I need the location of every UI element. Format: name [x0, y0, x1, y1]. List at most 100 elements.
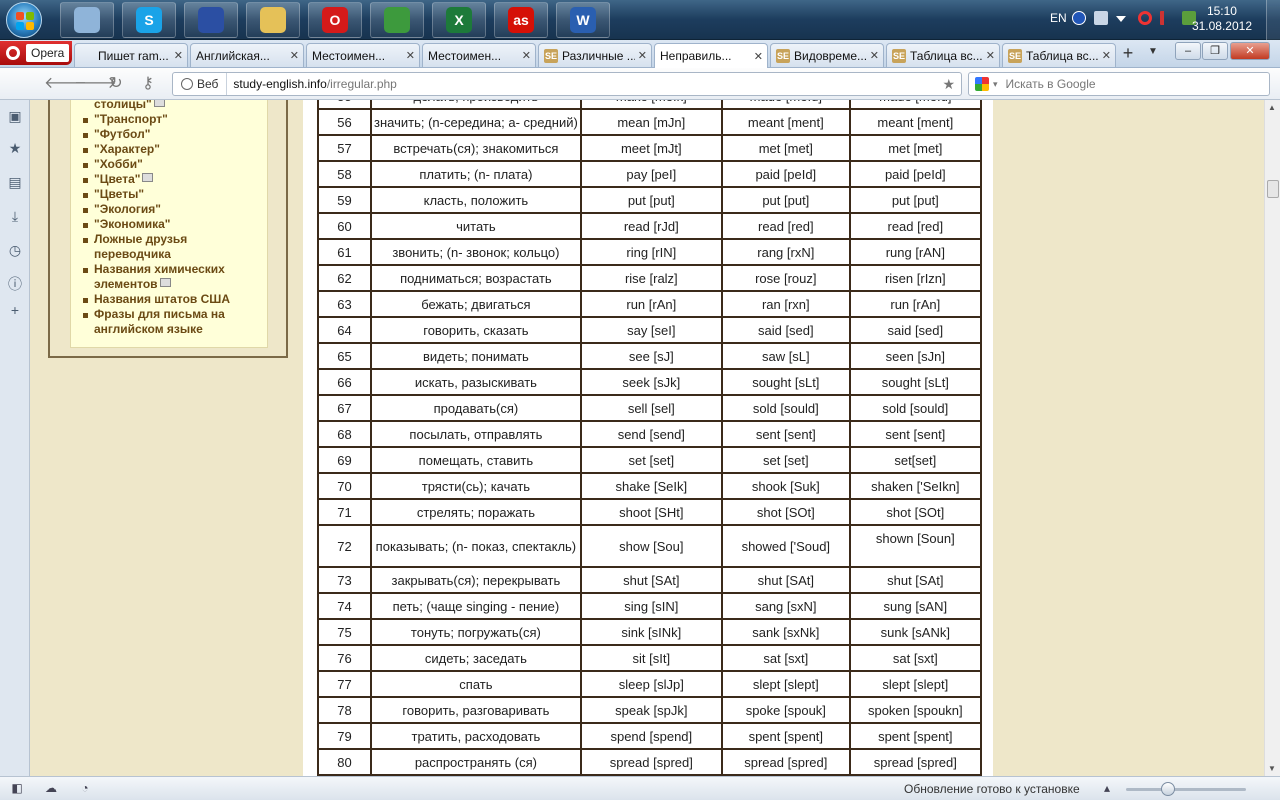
zoom-knob[interactable] — [1161, 782, 1175, 796]
category-link[interactable]: "Футбол" — [81, 127, 267, 142]
taskbar-save-button[interactable] — [184, 2, 238, 38]
scroll-up-icon[interactable]: ▲ — [1268, 103, 1276, 112]
taskbar-skype-button[interactable]: S — [122, 2, 176, 38]
browser-tab[interactable]: SE Таблица вс... ✕ — [1002, 43, 1116, 67]
search-field[interactable]: ▾ Искать в Google — [968, 72, 1270, 96]
search-engine-dropdown-icon[interactable]: ▾ — [993, 79, 998, 90]
zoom-slider[interactable]: ▴ — [1100, 781, 1268, 797]
close-window-button[interactable]: ✕ — [1230, 42, 1270, 60]
close-tab-icon[interactable]: ✕ — [406, 49, 415, 62]
category-link[interactable]: "Характер" — [81, 142, 267, 157]
browser-tab[interactable]: SE Различные ... ✕ — [538, 43, 652, 67]
browser-tab[interactable]: SE Видовреме... ✕ — [770, 43, 884, 67]
taskbar-chrome-button[interactable] — [370, 2, 424, 38]
start-button[interactable] — [6, 2, 42, 38]
opera-unite-icon[interactable]: ☁ — [44, 781, 58, 795]
help-icon[interactable] — [1072, 11, 1086, 25]
browser-tab[interactable]: Местоимен... ✕ — [306, 43, 420, 67]
verb-past-simple: shut [SAt] — [720, 566, 851, 594]
browser-tab[interactable]: Неправиль... ✕ — [654, 43, 768, 68]
opera-tray-icon[interactable] — [1138, 11, 1152, 25]
network-icon[interactable] — [1094, 11, 1108, 25]
close-tab-icon[interactable]: ✕ — [1102, 49, 1111, 62]
language-indicator[interactable]: EN — [1050, 11, 1067, 25]
category-link[interactable]: "Экономика" — [81, 217, 267, 232]
close-tab-icon[interactable]: ✕ — [754, 50, 763, 63]
browser-tab[interactable]: Пишет ram... ✕ — [74, 43, 188, 67]
web-badge[interactable]: Веб — [173, 73, 228, 95]
taskbar-explorer-button[interactable] — [246, 2, 300, 38]
clock[interactable]: 15:10 31.08.2012 — [1192, 4, 1252, 34]
back-button[interactable]: 🡐 — [44, 74, 87, 94]
panel-toggle-icon[interactable]: ◧ — [10, 781, 24, 795]
category-link[interactable]: "Цветы" — [81, 187, 267, 202]
table-row: 73 закрывать(ся); перекрывать shut [SAt] sh… — [317, 566, 982, 594]
taskbar-opera-button[interactable]: O — [308, 2, 362, 38]
category-label: "Футбол" — [94, 127, 151, 141]
bookmarks-panel-icon[interactable]: ▣ — [7, 108, 23, 124]
tab-menu-icon[interactable]: ▼ — [1148, 46, 1158, 57]
category-link[interactable]: "Цвета" — [81, 172, 267, 187]
close-tab-icon[interactable]: ✕ — [174, 49, 183, 62]
tray-expand-icon[interactable] — [1116, 16, 1126, 22]
verb-translation: встречать(ся); знакомиться — [370, 134, 582, 162]
show-desktop-button[interactable] — [1266, 0, 1280, 40]
tab-label: Видовреме... — [794, 48, 867, 63]
windows-taskbar: S O Xas W EN 15:10 31.08.2012 — [0, 0, 1280, 40]
zoom-menu-icon[interactable]: ▴ — [1100, 781, 1114, 795]
verb-infinitive: spend [spend] — [579, 722, 723, 750]
browser-tab[interactable]: SE Таблица вс... ✕ — [886, 43, 1000, 67]
browser-tab[interactable]: Местоимен... ✕ — [422, 43, 536, 67]
category-link[interactable]: Названия химических элементов — [81, 262, 267, 292]
taskbar-calculator-button[interactable] — [60, 2, 114, 38]
category-link[interactable]: столицы" — [81, 100, 267, 112]
new-tab-button[interactable]: + — [1118, 44, 1138, 64]
expand-arrow-icon[interactable] — [142, 173, 154, 183]
vertical-scrollbar[interactable]: ▲ ▼ — [1264, 100, 1280, 776]
bookmark-star-icon[interactable]: ★ — [942, 76, 955, 93]
minimize-button[interactable]: – — [1175, 42, 1201, 60]
category-link[interactable]: Названия штатов США — [81, 292, 267, 307]
favorites-panel-icon[interactable]: ★ — [7, 140, 23, 156]
scrollbar-thumb[interactable] — [1267, 180, 1279, 198]
close-tab-icon[interactable]: ✕ — [986, 49, 995, 62]
close-tab-icon[interactable]: ✕ — [290, 49, 299, 62]
verb-past-participle: sent [sent] — [848, 420, 982, 448]
turbo-icon[interactable]: ◔ — [78, 781, 92, 795]
category-link[interactable]: Ложные друзья переводчика — [81, 232, 267, 262]
category-link[interactable]: "Экология" — [81, 202, 267, 217]
key-icon[interactable]: ⚷ — [138, 74, 158, 94]
expand-arrow-icon[interactable] — [153, 100, 165, 108]
verb-number: 79 — [317, 722, 372, 750]
info-panel-icon[interactable]: ⓘ — [7, 276, 23, 292]
update-status-text[interactable]: Обновление готово к установке — [904, 782, 1080, 796]
category-link[interactable]: Фразы для письма на английском языке — [81, 307, 267, 337]
maximize-button[interactable]: ❐ — [1202, 42, 1228, 60]
scroll-down-icon[interactable]: ▼ — [1268, 764, 1276, 773]
verb-number: 70 — [317, 472, 372, 500]
verb-past-simple: meant [ment] — [720, 108, 851, 136]
zoom-track[interactable] — [1126, 788, 1246, 791]
notes-panel-icon[interactable]: ▤ — [7, 174, 23, 190]
category-link[interactable]: "Хобби" — [81, 157, 267, 172]
forward-button[interactable]: 🡒 — [74, 74, 117, 94]
category-link[interactable]: "Транспорт" — [81, 112, 267, 127]
opera-menu-button[interactable]: Opera — [0, 41, 72, 65]
reload-button[interactable]: ↻ — [106, 74, 126, 94]
close-tab-icon[interactable]: ✕ — [638, 49, 647, 62]
close-tab-icon[interactable]: ✕ — [870, 49, 879, 62]
verb-translation: говорить, разговаривать — [370, 696, 582, 724]
verb-past-participle: sold [sould] — [848, 394, 982, 422]
address-field[interactable]: Веб study-english.info/irregular.php ★ — [172, 72, 962, 96]
expand-arrow-icon[interactable] — [159, 278, 171, 288]
verb-translation: читать — [370, 212, 582, 240]
taskbar-excel-button[interactable]: X — [432, 2, 486, 38]
browser-tab[interactable]: Английская... ✕ — [190, 43, 304, 67]
history-panel-icon[interactable]: ◷ — [7, 242, 23, 258]
close-tab-icon[interactable]: ✕ — [522, 49, 531, 62]
add-panel-icon[interactable]: + — [7, 302, 23, 318]
downloads-panel-icon[interactable]: ⤓ — [7, 208, 23, 224]
taskbar-lastfm-button[interactable]: as — [494, 2, 548, 38]
taskbar-word-button[interactable]: W — [556, 2, 610, 38]
signal-icon[interactable] — [1160, 11, 1174, 25]
